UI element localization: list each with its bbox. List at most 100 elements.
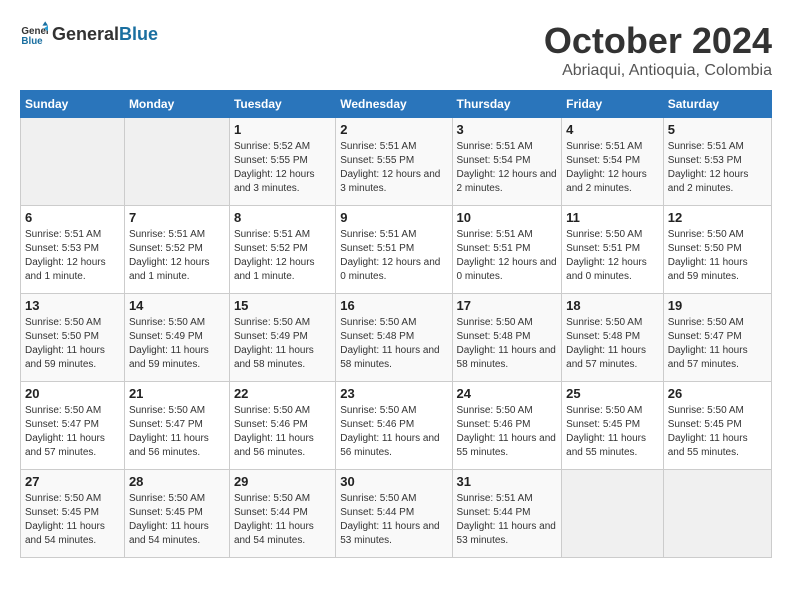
day-info: Sunrise: 5:50 AM Sunset: 5:47 PM Dayligh… <box>668 316 767 372</box>
day-info: Sunrise: 5:50 AM Sunset: 5:47 PM Dayligh… <box>129 404 225 460</box>
calendar-cell: 27Sunrise: 5:50 AM Sunset: 5:45 PM Dayli… <box>21 470 125 558</box>
day-info: Sunrise: 5:50 AM Sunset: 5:46 PM Dayligh… <box>340 404 447 460</box>
calendar-cell: 14 Sunrise: 5:50 AM Sunset: 5:49 PM Dayli… <box>124 294 229 382</box>
day-number: 30 <box>340 474 447 489</box>
day-number: 21 <box>129 386 225 401</box>
calendar-cell: 9Sunrise: 5:51 AM Sunset: 5:51 PM Daylig… <box>336 206 452 294</box>
calendar-cell <box>124 118 229 206</box>
week-row-1: 1Sunrise: 5:52 AM Sunset: 5:55 PM Daylig… <box>21 118 772 206</box>
day-number: 13 <box>25 298 120 313</box>
logo: General Blue General Blue <box>20 20 158 48</box>
day-number: 29 <box>234 474 331 489</box>
day-number: 7 <box>129 210 225 225</box>
calendar-cell: 19 Sunrise: 5:50 AM Sunset: 5:47 PM Dayli… <box>663 294 771 382</box>
calendar-cell: 26 Sunrise: 5:50 AM Sunset: 5:45 PM Dayli… <box>663 382 771 470</box>
day-number: 12 <box>668 210 767 225</box>
calendar-cell: 11 Sunrise: 5:50 AM Sunset: 5:51 PM Dayli… <box>562 206 664 294</box>
calendar-cell: 29Sunrise: 5:50 AM Sunset: 5:44 PM Dayli… <box>229 470 335 558</box>
weekday-header-friday: Friday <box>562 91 664 118</box>
calendar-cell <box>663 470 771 558</box>
day-number: 24 <box>457 386 558 401</box>
calendar-cell: 1Sunrise: 5:52 AM Sunset: 5:55 PM Daylig… <box>229 118 335 206</box>
calendar-cell: 5 Sunrise: 5:51 AM Sunset: 5:53 PM Daylig… <box>663 118 771 206</box>
day-info: Sunrise: 5:50 AM Sunset: 5:46 PM Dayligh… <box>457 404 558 460</box>
day-info: Sunrise: 5:50 AM Sunset: 5:47 PM Dayligh… <box>25 404 120 460</box>
calendar-cell: 30 Sunrise: 5:50 AM Sunset: 5:44 PM Dayli… <box>336 470 452 558</box>
day-info: Sunrise: 5:51 AM Sunset: 5:53 PM Dayligh… <box>25 228 120 284</box>
day-info: Sunrise: 5:50 AM Sunset: 5:45 PM Dayligh… <box>566 404 659 460</box>
day-info: Sunrise: 5:50 AM Sunset: 5:44 PM Dayligh… <box>340 492 447 548</box>
week-row-4: 20 Sunrise: 5:50 AM Sunset: 5:47 PM Dayli… <box>21 382 772 470</box>
week-row-2: 6 Sunrise: 5:51 AM Sunset: 5:53 PM Daylig… <box>21 206 772 294</box>
svg-text:Blue: Blue <box>21 36 43 47</box>
logo-icon: General Blue <box>20 20 48 48</box>
day-info: Sunrise: 5:51 AM Sunset: 5:52 PM Dayligh… <box>234 228 331 284</box>
calendar-cell: 6 Sunrise: 5:51 AM Sunset: 5:53 PM Daylig… <box>21 206 125 294</box>
day-info: Sunrise: 5:50 AM Sunset: 5:49 PM Dayligh… <box>129 316 225 372</box>
day-info: Sunrise: 5:50 AM Sunset: 5:45 PM Dayligh… <box>25 492 120 548</box>
day-number: 11 <box>566 210 659 225</box>
day-number: 17 <box>457 298 558 313</box>
calendar-cell: 16 Sunrise: 5:50 AM Sunset: 5:48 PM Dayli… <box>336 294 452 382</box>
weekday-header-tuesday: Tuesday <box>229 91 335 118</box>
day-number: 23 <box>340 386 447 401</box>
calendar-cell <box>562 470 664 558</box>
day-number: 25 <box>566 386 659 401</box>
day-number: 14 <box>129 298 225 313</box>
weekday-header-wednesday: Wednesday <box>336 91 452 118</box>
subtitle: Abriaqui, Antioquia, Colombia <box>544 62 772 80</box>
day-number: 28 <box>129 474 225 489</box>
month-title: October 2024 <box>544 20 772 62</box>
weekday-header-saturday: Saturday <box>663 91 771 118</box>
weekday-header-thursday: Thursday <box>452 91 562 118</box>
calendar-cell: 7 Sunrise: 5:51 AM Sunset: 5:52 PM Daylig… <box>124 206 229 294</box>
title-area: October 2024 Abriaqui, Antioquia, Colomb… <box>544 20 772 80</box>
day-number: 2 <box>340 122 447 137</box>
calendar-table: SundayMondayTuesdayWednesdayThursdayFrid… <box>20 90 772 558</box>
weekday-header-monday: Monday <box>124 91 229 118</box>
day-number: 1 <box>234 122 331 137</box>
day-info: Sunrise: 5:50 AM Sunset: 5:50 PM Dayligh… <box>668 228 767 284</box>
day-number: 22 <box>234 386 331 401</box>
day-info: Sunrise: 5:51 AM Sunset: 5:55 PM Dayligh… <box>340 140 447 196</box>
calendar-cell: 31Sunrise: 5:51 AM Sunset: 5:44 PM Dayli… <box>452 470 562 558</box>
day-info: Sunrise: 5:50 AM Sunset: 5:46 PM Dayligh… <box>234 404 331 460</box>
day-info: Sunrise: 5:50 AM Sunset: 5:50 PM Dayligh… <box>25 316 120 372</box>
calendar-cell: 20 Sunrise: 5:50 AM Sunset: 5:47 PM Dayli… <box>21 382 125 470</box>
calendar-cell: 28Sunrise: 5:50 AM Sunset: 5:45 PM Dayli… <box>124 470 229 558</box>
day-number: 8 <box>234 210 331 225</box>
logo-general: General <box>52 24 119 45</box>
calendar-cell <box>21 118 125 206</box>
calendar-cell: 13 Sunrise: 5:50 AM Sunset: 5:50 PM Dayli… <box>21 294 125 382</box>
day-number: 26 <box>668 386 767 401</box>
calendar-cell: 4Sunrise: 5:51 AM Sunset: 5:54 PM Daylig… <box>562 118 664 206</box>
day-info: Sunrise: 5:51 AM Sunset: 5:44 PM Dayligh… <box>457 492 558 548</box>
calendar-cell: 25 Sunrise: 5:50 AM Sunset: 5:45 PM Dayli… <box>562 382 664 470</box>
calendar-cell: 3Sunrise: 5:51 AM Sunset: 5:54 PM Daylig… <box>452 118 562 206</box>
day-info: Sunrise: 5:50 AM Sunset: 5:51 PM Dayligh… <box>566 228 659 284</box>
day-number: 19 <box>668 298 767 313</box>
day-number: 5 <box>668 122 767 137</box>
day-number: 10 <box>457 210 558 225</box>
calendar-cell: 22 Sunrise: 5:50 AM Sunset: 5:46 PM Dayli… <box>229 382 335 470</box>
day-number: 6 <box>25 210 120 225</box>
weekday-header-row: SundayMondayTuesdayWednesdayThursdayFrid… <box>21 91 772 118</box>
calendar-cell: 15 Sunrise: 5:50 AM Sunset: 5:49 PM Dayli… <box>229 294 335 382</box>
calendar-cell: 23 Sunrise: 5:50 AM Sunset: 5:46 PM Dayli… <box>336 382 452 470</box>
day-info: Sunrise: 5:50 AM Sunset: 5:48 PM Dayligh… <box>340 316 447 372</box>
day-info: Sunrise: 5:50 AM Sunset: 5:49 PM Dayligh… <box>234 316 331 372</box>
day-info: Sunrise: 5:51 AM Sunset: 5:54 PM Dayligh… <box>457 140 558 196</box>
day-info: Sunrise: 5:51 AM Sunset: 5:51 PM Dayligh… <box>457 228 558 284</box>
day-info: Sunrise: 5:50 AM Sunset: 5:45 PM Dayligh… <box>668 404 767 460</box>
day-number: 16 <box>340 298 447 313</box>
calendar-cell: 17Sunrise: 5:50 AM Sunset: 5:48 PM Dayli… <box>452 294 562 382</box>
week-row-5: 27Sunrise: 5:50 AM Sunset: 5:45 PM Dayli… <box>21 470 772 558</box>
calendar-cell: 18Sunrise: 5:50 AM Sunset: 5:48 PM Dayli… <box>562 294 664 382</box>
day-info: Sunrise: 5:51 AM Sunset: 5:53 PM Dayligh… <box>668 140 767 196</box>
day-info: Sunrise: 5:51 AM Sunset: 5:54 PM Dayligh… <box>566 140 659 196</box>
day-info: Sunrise: 5:51 AM Sunset: 5:52 PM Dayligh… <box>129 228 225 284</box>
calendar-cell: 2 Sunrise: 5:51 AM Sunset: 5:55 PM Daylig… <box>336 118 452 206</box>
day-number: 15 <box>234 298 331 313</box>
day-number: 20 <box>25 386 120 401</box>
calendar-cell: 8 Sunrise: 5:51 AM Sunset: 5:52 PM Daylig… <box>229 206 335 294</box>
